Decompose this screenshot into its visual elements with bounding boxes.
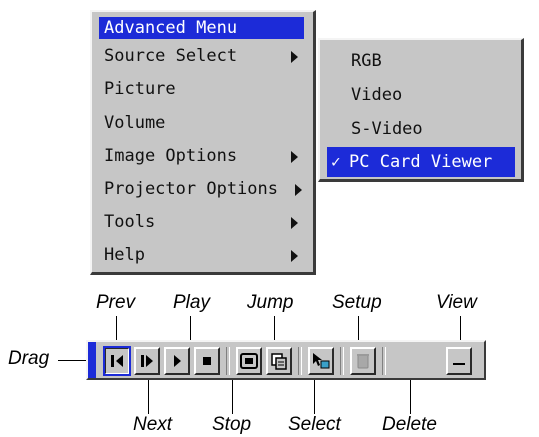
menu-item-help[interactable]: Help	[104, 240, 304, 270]
label-view: View	[436, 292, 477, 313]
toolbar-separator	[382, 347, 386, 375]
submenu-arrow-icon	[291, 51, 298, 63]
menu-title: Advanced Menu	[99, 17, 304, 39]
next-button[interactable]	[134, 347, 160, 375]
delete-button[interactable]	[350, 347, 376, 375]
submenu-arrow-icon	[291, 217, 298, 229]
menu-item-source-select[interactable]: Source Select	[104, 41, 304, 71]
play-button[interactable]	[164, 347, 190, 375]
submenu-item-label: PC Card Viewer	[349, 152, 493, 172]
stop-icon	[203, 357, 211, 365]
menu-item-projector-options[interactable]: Projector Options	[104, 174, 304, 204]
label-drag: Drag	[8, 348, 50, 369]
jump-icon	[240, 353, 258, 369]
label-prev: Prev	[96, 292, 136, 313]
prev-button[interactable]	[103, 346, 131, 376]
submenu-arrow-icon	[291, 151, 298, 163]
jump-button[interactable]	[236, 347, 262, 375]
checkmark-icon: ✓	[331, 152, 341, 171]
advanced-menu: Advanced Menu Source Select Picture Volu…	[90, 10, 316, 275]
select-icon	[271, 353, 287, 370]
submenu-item-video[interactable]: Video	[327, 80, 515, 110]
viewer-toolbar	[86, 340, 486, 380]
drag-handle[interactable]	[88, 342, 96, 378]
submenu-item-rgb[interactable]: RGB	[327, 46, 515, 76]
leader-line	[148, 374, 149, 414]
menu-item-label: Projector Options	[104, 179, 278, 199]
prev-icon	[111, 355, 123, 367]
submenu-arrow-icon	[291, 250, 298, 262]
setup-button[interactable]	[308, 347, 334, 375]
next-icon	[141, 355, 153, 367]
submenu-arrow-icon	[295, 184, 302, 196]
select-button[interactable]	[266, 347, 292, 375]
label-select: Select	[288, 414, 341, 435]
play-icon	[174, 355, 181, 367]
stop-button[interactable]	[194, 347, 220, 375]
label-play: Play	[173, 292, 210, 313]
leader-line	[58, 360, 86, 361]
submenu-item-label: RGB	[351, 51, 382, 71]
toolbar-separator	[340, 347, 344, 375]
menu-item-label: Picture	[104, 79, 176, 99]
label-next: Next	[133, 414, 173, 435]
menu-item-label: Tools	[104, 212, 156, 232]
menu-item-volume[interactable]: Volume	[104, 108, 304, 138]
toolbar-separator	[226, 347, 230, 375]
leader-line	[314, 374, 315, 414]
source-select-submenu: RGB Video S-Video ✓ PC Card Viewer	[318, 38, 524, 182]
menu-item-label: Help	[104, 245, 145, 265]
menu-item-image-options[interactable]: Image Options	[104, 141, 304, 171]
menu-item-label: Volume	[104, 113, 166, 133]
leader-line	[232, 374, 233, 414]
menu-item-picture[interactable]: Picture	[104, 74, 304, 104]
leader-line	[410, 374, 411, 414]
setup-icon	[313, 353, 330, 369]
label-setup: Setup	[332, 292, 382, 313]
submenu-item-label: S-Video	[351, 119, 423, 139]
label-stop: Stop	[212, 414, 252, 435]
menu-item-label: Image Options	[104, 146, 238, 166]
delete-icon	[357, 354, 369, 369]
menu-item-label: Source Select	[104, 46, 238, 66]
view-button[interactable]	[446, 347, 472, 375]
submenu-item-s-video[interactable]: S-Video	[327, 114, 515, 144]
submenu-item-pc-card-viewer[interactable]: ✓ PC Card Viewer	[327, 147, 515, 177]
menu-item-tools[interactable]: Tools	[104, 207, 304, 237]
view-icon	[453, 363, 465, 365]
label-delete: Delete	[382, 414, 437, 435]
toolbar-separator	[298, 347, 302, 375]
label-jump: Jump	[247, 292, 294, 313]
submenu-item-label: Video	[351, 85, 403, 105]
